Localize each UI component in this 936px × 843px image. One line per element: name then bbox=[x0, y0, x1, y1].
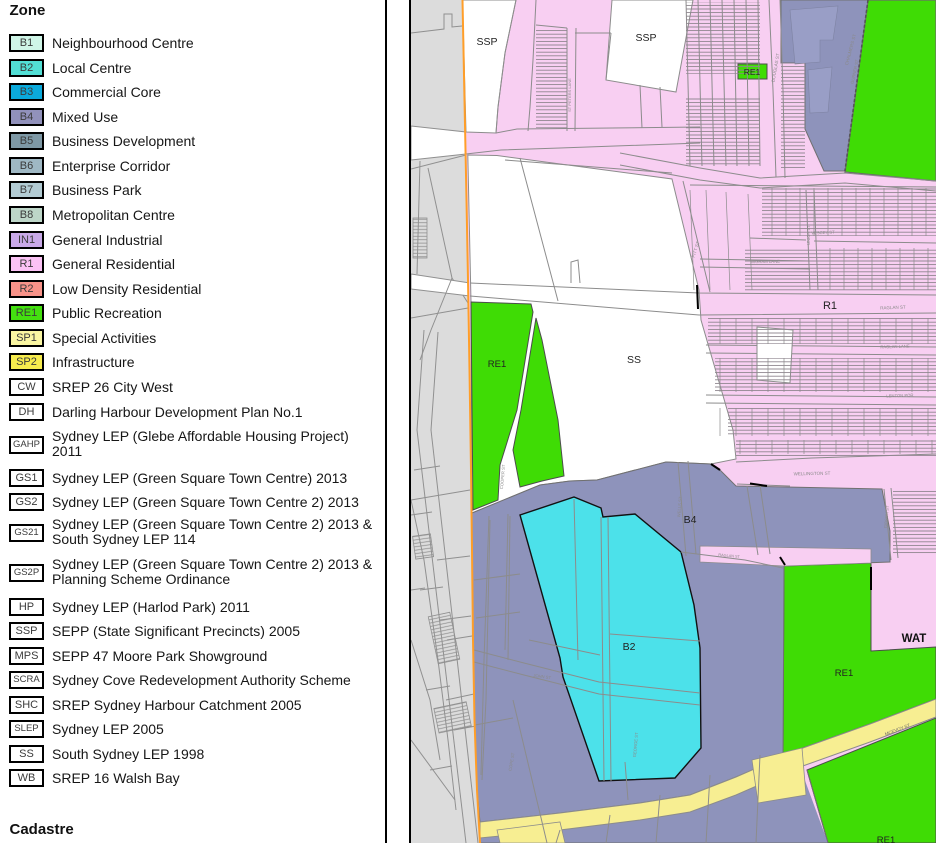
svg-text:SSP: SSP bbox=[635, 32, 656, 44]
svg-text:RAGLAN ST: RAGLAN ST bbox=[880, 305, 906, 311]
svg-text:B4: B4 bbox=[684, 514, 697, 526]
svg-text:WAT: WAT bbox=[902, 633, 927, 645]
svg-text:LENTON POR: LENTON POR bbox=[886, 393, 913, 399]
svg-text:RE1: RE1 bbox=[877, 835, 895, 843]
svg-text:WIGRAM LANE: WIGRAM LANE bbox=[750, 259, 780, 265]
svg-text:SS: SS bbox=[627, 354, 641, 366]
svg-text:R1: R1 bbox=[823, 300, 837, 312]
svg-text:SSP: SSP bbox=[476, 36, 497, 48]
svg-text:RE1: RE1 bbox=[488, 359, 506, 370]
svg-text:UNION ST: UNION ST bbox=[806, 225, 811, 245]
svg-text:RE1: RE1 bbox=[835, 668, 853, 679]
svg-text:RE1: RE1 bbox=[744, 67, 761, 77]
svg-text:VESCEY ST: VESCEY ST bbox=[811, 230, 835, 236]
svg-text:B2: B2 bbox=[623, 641, 636, 653]
svg-text:ST PETERS LANE: ST PETERS LANE bbox=[567, 78, 572, 112]
svg-text:WELLINGTON ST: WELLINGTON ST bbox=[794, 471, 831, 477]
svg-text:RAGLAN LANE: RAGLAN LANE bbox=[880, 343, 910, 349]
